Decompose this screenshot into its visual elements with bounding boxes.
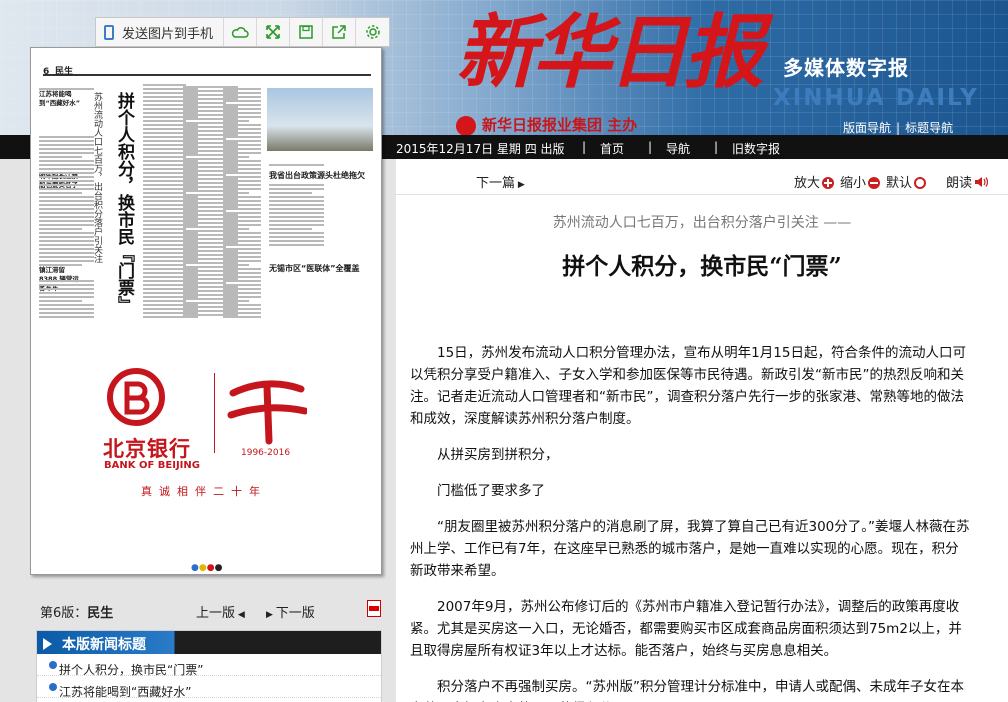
ad-slogan: 真诚相伴二十年 [141,485,267,498]
play-icon [43,638,52,650]
nav-guide[interactable]: 导航 [666,140,690,157]
page-navigation: 第6版：民生 上一版 ◀ ▶ 下一版 [40,600,381,621]
caret-right-icon: ▶ [515,180,525,190]
article-paragraph: “朋友圈里被苏州积分落户的消息刷了屏，我算了算自己已有近300分了。”姜堰人林薇… [410,519,970,579]
thumb-page-header: 6 民生 [43,64,371,77]
send-to-phone-button[interactable]: 发送图片到手机 [96,18,225,46]
digital-newspaper-page: 新华日报 新华日报报业集团 主办 多媒体数字报 XINHUA DAILY 版面导… [0,0,1008,702]
share-icon [332,25,346,39]
minus-circle-icon [868,177,881,189]
group-logo-icon [456,115,476,135]
thumb-color-dots: ●●●● [191,563,223,573]
bullet-icon [49,661,57,669]
thumb-article-title[interactable]: 拼个人积分，换市民『门票』 [107,92,137,313]
bank-name-en: BANK OF BEIJING [104,460,200,471]
article-body: 15日，苏州发布流动人口积分管理办法，宣布从明年1月15日起，符合条件的流动人口… [410,342,970,702]
article-subtitle: 苏州流动人口七百万，出台积分落户引关注 —— [552,215,852,231]
nav-old-edition[interactable]: 旧数字报 [732,140,780,157]
image-toolbar: 发送图片到手机 [95,17,391,47]
bank-logo-icon [107,368,165,426]
plus-circle-icon [822,177,835,189]
bullet-icon [49,683,57,691]
news-list-header: 本版新闻标题 [37,631,381,654]
page-label: 第6版： [40,606,88,621]
news-list-item[interactable]: 江苏将能喝到“西藏好水” [37,676,381,699]
anniversary-mark-icon [227,380,307,445]
edition-name: 多媒体数字报 [783,56,909,80]
pdf-download-icon[interactable] [367,600,381,617]
next-page-link[interactable]: ▶ 下一版 [266,602,315,621]
article-paragraph: 15日，苏州发布流动人口积分管理办法，宣布从明年1月15日起，符合条件的流动人口… [410,345,966,427]
page-news-list: 本版新闻标题 拼个人积分，换市民“门票” 江苏将能喝到“西藏好水” [36,630,382,702]
zoom-in-button[interactable]: 放大 [794,172,835,191]
zoom-reset-button[interactable]: 默认 [886,172,927,191]
news-list-item[interactable]: 拼个人积分，换市民“门票” [37,654,381,677]
expand-button[interactable] [257,18,291,46]
article-headline: 拼个人积分，换市民“门票” [562,253,842,280]
bank-name-cn: 北京银行 [103,437,191,461]
article-panel: 下一篇 ▶ 放大 缩小 默认 朗读 苏州流动人口七百万，出台积分落户引关注 ——… [396,159,1008,702]
page-thumbnail[interactable]: 6 民生 拼个人积分，换市民『门票』 苏州流动人口七百万，出台积分落户引关注 江… [30,47,382,575]
read-aloud-button[interactable]: 朗读 [946,172,989,191]
thumb-side-headline[interactable]: 江苏将能喝到“西藏好水” [39,90,84,108]
header-nav: 版面导航 | 标题导航 [843,121,954,135]
prev-page-link[interactable]: 上一版 ◀ [196,602,245,621]
anniversary-years: 1996-2016 [241,448,291,458]
article-paragraph: 从拼买房到拼积分， [437,447,559,463]
bank-ad[interactable]: 北京银行 BANK OF BEIJING 1996-2016 真诚相伴二十年 [31,323,381,561]
zoom-out-button[interactable]: 缩小 [840,172,881,191]
cloud-icon [231,27,249,38]
thumb-right-headline[interactable]: 我省出台政策源头杜绝拖欠 [269,170,365,181]
cloud-button[interactable] [224,18,258,46]
expand-icon [266,25,280,39]
layout-nav-link[interactable]: 版面导航 [843,121,891,135]
newspaper-logo[interactable]: 新华日报 [456,2,764,102]
save-icon [299,25,313,39]
share-button[interactable] [323,18,357,46]
save-button[interactable] [290,18,324,46]
article-paragraph: 积分落户不再强制买房。“苏州版”积分管理计分标准中，申请人或配偶、未成年子女在本… [410,679,964,702]
settings-icon [365,25,380,39]
article-paragraph: 门槛低了要求多了 [437,483,545,499]
phone-icon [104,24,114,40]
thumb-photo [267,88,373,151]
page-section: 民生 [87,606,114,621]
speaker-icon [975,177,989,187]
next-article-link[interactable]: 下一篇 ▶ [476,172,525,191]
publisher-line: 新华日报报业集团 主办 [456,114,637,135]
title-nav-link[interactable]: 标题导航 [905,121,953,135]
nav-home[interactable]: 首页 [600,140,624,157]
thumb-right-headline[interactable]: 无锡市区“医联体”全覆盖 [269,263,360,274]
caret-left-icon: ◀ [235,610,245,620]
caret-right-icon: ▶ [266,610,276,620]
article-toolbar: 下一篇 ▶ 放大 缩小 默认 朗读 [396,171,1008,195]
settings-button[interactable] [356,18,389,46]
article-paragraph: 2007年9月，苏州公布修订后的《苏州市户籍准入登记暂行办法》，调整后的政策再度… [410,599,962,659]
publish-date: 2015年12月17日 星期 四 出版 [396,142,565,156]
edition-name-en: XINHUA DAILY [773,85,979,111]
circle-icon [914,177,927,189]
